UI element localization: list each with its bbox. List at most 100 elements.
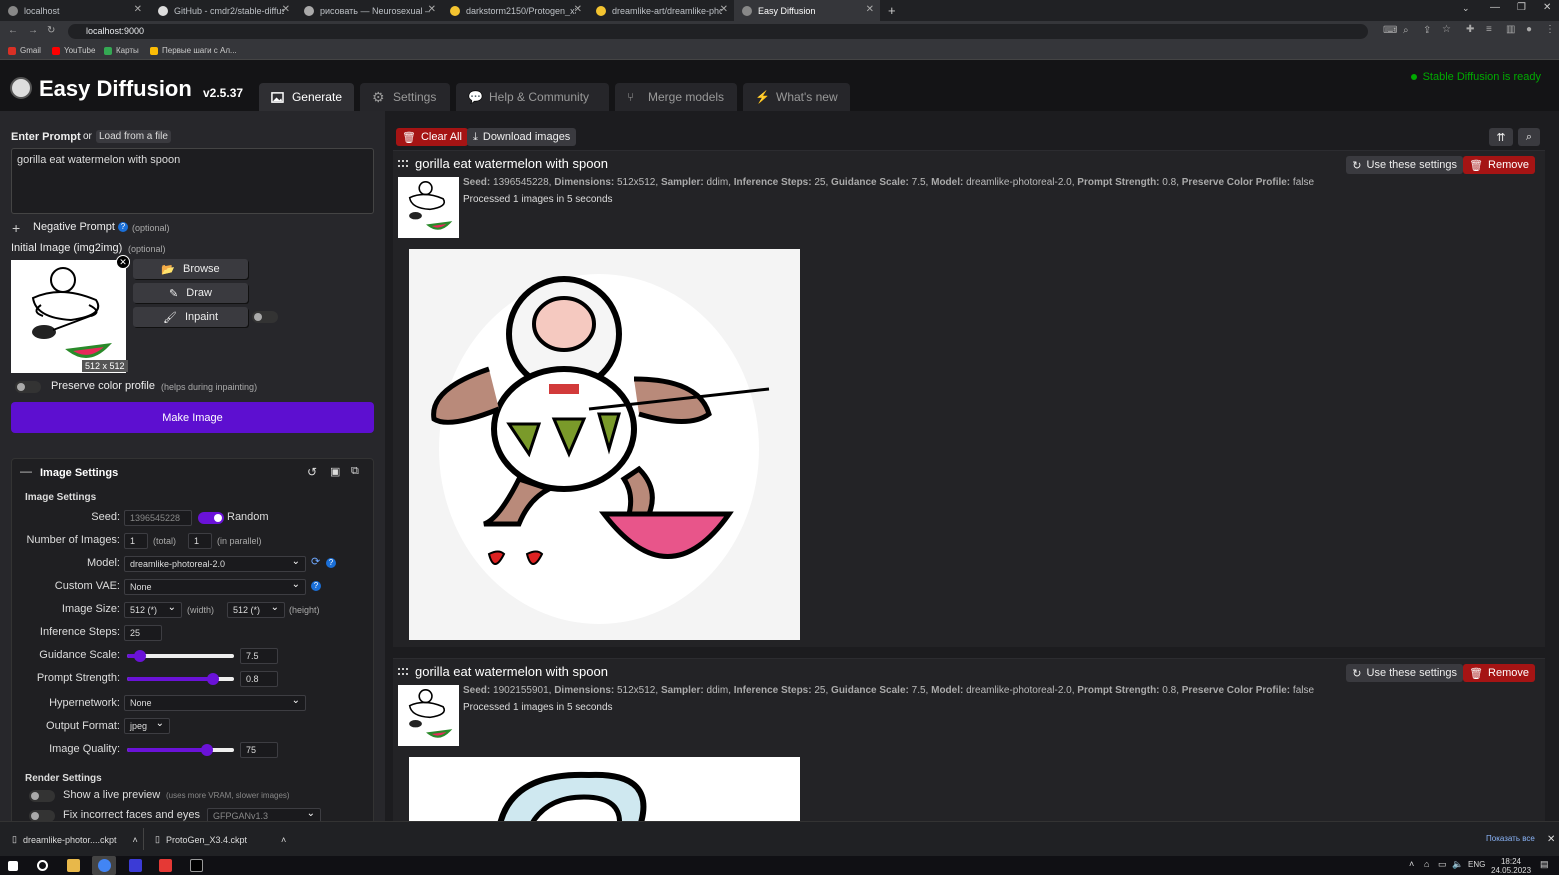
slider-knob[interactable] [201, 744, 214, 756]
collapse-icon[interactable]: — [20, 464, 32, 478]
tab-settings[interactable]: ⚙ Settings [360, 83, 450, 111]
chevron-up-icon[interactable]: ˄ [281, 835, 286, 845]
side-panel-icon[interactable]: ▥ [1506, 24, 1515, 35]
clear-all-button[interactable]: 🗑 Clear All [396, 128, 468, 146]
close-window-icon[interactable]: ✕ [1543, 2, 1551, 13]
file-explorer-icon[interactable] [67, 859, 80, 872]
close-tab-icon[interactable]: ✕ [428, 4, 436, 15]
preserve-color-toggle[interactable] [15, 381, 41, 393]
tray-chevron-icon[interactable]: ˄ [1409, 859, 1414, 869]
reload-icon[interactable]: ↻ [47, 25, 55, 36]
vae-select[interactable]: None [124, 578, 306, 595]
windows-start-icon[interactable] [8, 861, 18, 871]
url-field[interactable]: localhost:9000 [68, 24, 1368, 39]
bookmark-youtube[interactable]: YouTube [52, 46, 95, 55]
browser-tab[interactable]: darkstorm2150/Protogen_x3.4 U✕ [442, 0, 588, 21]
show-all-downloads-link[interactable]: Показать все [1486, 834, 1535, 843]
tab-whats-new[interactable]: ⚡ What's new [743, 83, 850, 111]
search-button[interactable]: ⌕ [1518, 128, 1540, 146]
guidance-slider[interactable] [127, 650, 234, 662]
volume-icon[interactable]: 🔈 [1452, 859, 1463, 870]
close-tab-icon[interactable]: ✕ [282, 4, 290, 15]
model-select[interactable]: dreamlike-photoreal-2.0 [124, 555, 306, 572]
share-icon[interactable]: ⇪ [1423, 25, 1431, 36]
num-total-input[interactable]: 1 [124, 533, 148, 549]
live-preview-toggle[interactable] [29, 790, 55, 802]
height-select[interactable]: 512 (*) [227, 601, 285, 618]
tab-search-icon[interactable]: ⌄ [1462, 3, 1470, 14]
load-from-file-button[interactable]: Load from a file [96, 130, 171, 143]
menu-icon[interactable]: ⋮ [1545, 24, 1555, 35]
generated-image[interactable] [409, 757, 800, 821]
download-item[interactable]: ▯ ProtoGen_X3.4.ckpt ˄ [155, 834, 286, 845]
network-icon[interactable]: ⌂ [1424, 859, 1429, 869]
minimize-icon[interactable]: — [1490, 2, 1500, 13]
help-icon[interactable]: ? [118, 222, 128, 232]
translate-icon[interactable]: ⌨ [1383, 25, 1397, 36]
terminal-icon[interactable] [190, 859, 203, 872]
slider-knob[interactable] [206, 673, 219, 685]
tab-merge-models[interactable]: ⑂ Merge models [615, 83, 737, 111]
back-icon[interactable]: ← [8, 25, 18, 36]
inference-steps-input[interactable]: 25 [124, 625, 162, 641]
generated-image[interactable] [409, 249, 800, 640]
notifications-icon[interactable]: ▤ [1540, 859, 1549, 870]
remove-button[interactable]: 🗑 Remove [1463, 156, 1535, 174]
browser-tab-active[interactable]: Easy Diffusion ✕ [734, 0, 880, 21]
negative-prompt-label[interactable]: Negative Prompt [33, 221, 115, 233]
language-indicator[interactable]: ENG [1468, 860, 1485, 869]
refresh-icon[interactable]: ⟳ [311, 555, 320, 568]
close-tab-icon[interactable]: ✕ [134, 4, 142, 15]
inpaint-button[interactable]: 🖌 Inpaint [133, 307, 248, 327]
expand-plus-icon[interactable]: + [12, 220, 20, 236]
remove-button[interactable]: 🗑 Remove [1463, 664, 1535, 682]
new-tab-icon[interactable]: + [888, 3, 896, 18]
extensions-icon[interactable]: ✚ [1466, 24, 1474, 35]
bookmark-first-steps[interactable]: Первые шаги с Ал... [150, 46, 237, 55]
draw-button[interactable]: ✎ Draw [133, 283, 248, 303]
maximize-icon[interactable]: ❐ [1517, 2, 1526, 13]
prompt-textarea[interactable]: gorilla eat watermelon with spoon [11, 148, 374, 214]
image-quality-slider[interactable] [127, 744, 234, 756]
face-model-select[interactable]: GFPGANv1.3 [207, 807, 321, 821]
download-item[interactable]: ▯ dreamlike-photor....ckpt ˄ [12, 834, 138, 845]
drag-handle-icon[interactable] [398, 160, 408, 167]
tab-help-community[interactable]: 💬 Help & Community [456, 83, 609, 111]
reset-icon[interactable]: ↺ [307, 465, 317, 479]
close-tab-icon[interactable]: ✕ [574, 4, 582, 15]
output-format-select[interactable]: jpeg [124, 717, 170, 734]
bookmark-star-icon[interactable]: ☆ [1442, 24, 1451, 35]
hypernetwork-select[interactable]: None [124, 694, 306, 711]
make-image-button[interactable]: Make Image [11, 402, 374, 433]
clear-image-icon[interactable]: ✕ [116, 255, 130, 269]
tab-generate[interactable]: Generate [259, 83, 354, 111]
image-quality-input[interactable]: 75 [240, 742, 278, 758]
random-seed-toggle[interactable] [198, 512, 224, 524]
browser-tab[interactable]: localhost ✕ [0, 0, 148, 21]
search-icon[interactable] [37, 860, 48, 871]
drag-handle-icon[interactable] [398, 668, 408, 675]
app-icon[interactable] [159, 859, 172, 872]
bookmark-maps[interactable]: Карты [104, 46, 139, 55]
close-tab-icon[interactable]: ✕ [720, 4, 728, 15]
browser-tab[interactable]: GitHub - cmdr2/stable-diffusion-✕ [150, 0, 296, 21]
use-settings-button[interactable]: ↻ Use these settings [1346, 156, 1463, 174]
chrome-icon[interactable] [98, 859, 111, 872]
browser-tab[interactable]: рисовать — Neurosexual — Dre✕ [296, 0, 442, 21]
chevron-up-icon[interactable]: ˄ [133, 835, 138, 845]
fix-faces-toggle[interactable] [29, 810, 55, 821]
browse-button[interactable]: 📂 Browse [133, 259, 248, 279]
battery-icon[interactable]: ▭ [1438, 859, 1447, 870]
guidance-input[interactable]: 7.5 [240, 648, 278, 664]
close-tab-icon[interactable]: ✕ [866, 4, 874, 15]
zoom-icon[interactable]: ⌕ [1403, 25, 1409, 36]
inpaint-toggle[interactable] [252, 311, 278, 323]
clipboard-icon[interactable]: ▣ [330, 465, 340, 478]
help-icon[interactable]: ? [326, 558, 336, 568]
slider-knob[interactable] [133, 650, 146, 662]
clock[interactable]: 18:24 24.05.2023 [1491, 857, 1531, 875]
profile-icon[interactable]: ● [1526, 24, 1532, 35]
forward-icon[interactable]: → [28, 25, 38, 36]
help-icon[interactable]: ? [311, 581, 321, 591]
copy-icon[interactable]: ⧉ [351, 465, 359, 478]
